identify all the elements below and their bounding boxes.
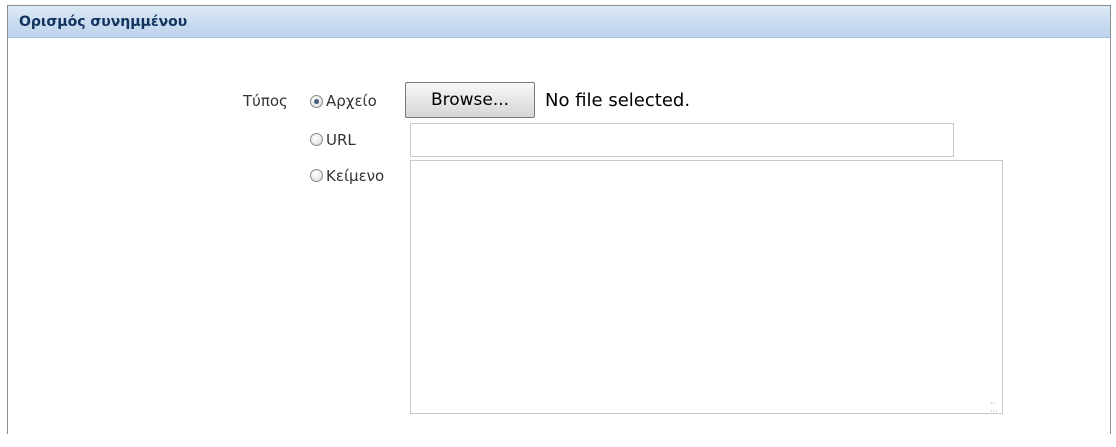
radio-url[interactable] bbox=[310, 133, 323, 146]
panel-title: Ορισμός συνημμένου bbox=[19, 14, 188, 30]
option-label-file: Αρχείο bbox=[326, 92, 377, 110]
url-input[interactable] bbox=[410, 123, 954, 157]
file-status-text: No file selected. bbox=[545, 90, 691, 111]
option-label-text: Κείμενο bbox=[326, 167, 385, 185]
browse-button[interactable]: Browse... bbox=[405, 82, 535, 118]
panel-header: Ορισμός συνημμένου bbox=[8, 6, 1110, 38]
radio-text[interactable] bbox=[310, 169, 323, 182]
resize-grip-icon[interactable]: ‧‧ ‧‧‧ bbox=[990, 400, 998, 416]
option-label-url: URL bbox=[326, 131, 356, 149]
radio-file[interactable] bbox=[310, 95, 323, 108]
type-label: Τύπος bbox=[243, 92, 288, 110]
text-area[interactable] bbox=[410, 160, 1003, 414]
